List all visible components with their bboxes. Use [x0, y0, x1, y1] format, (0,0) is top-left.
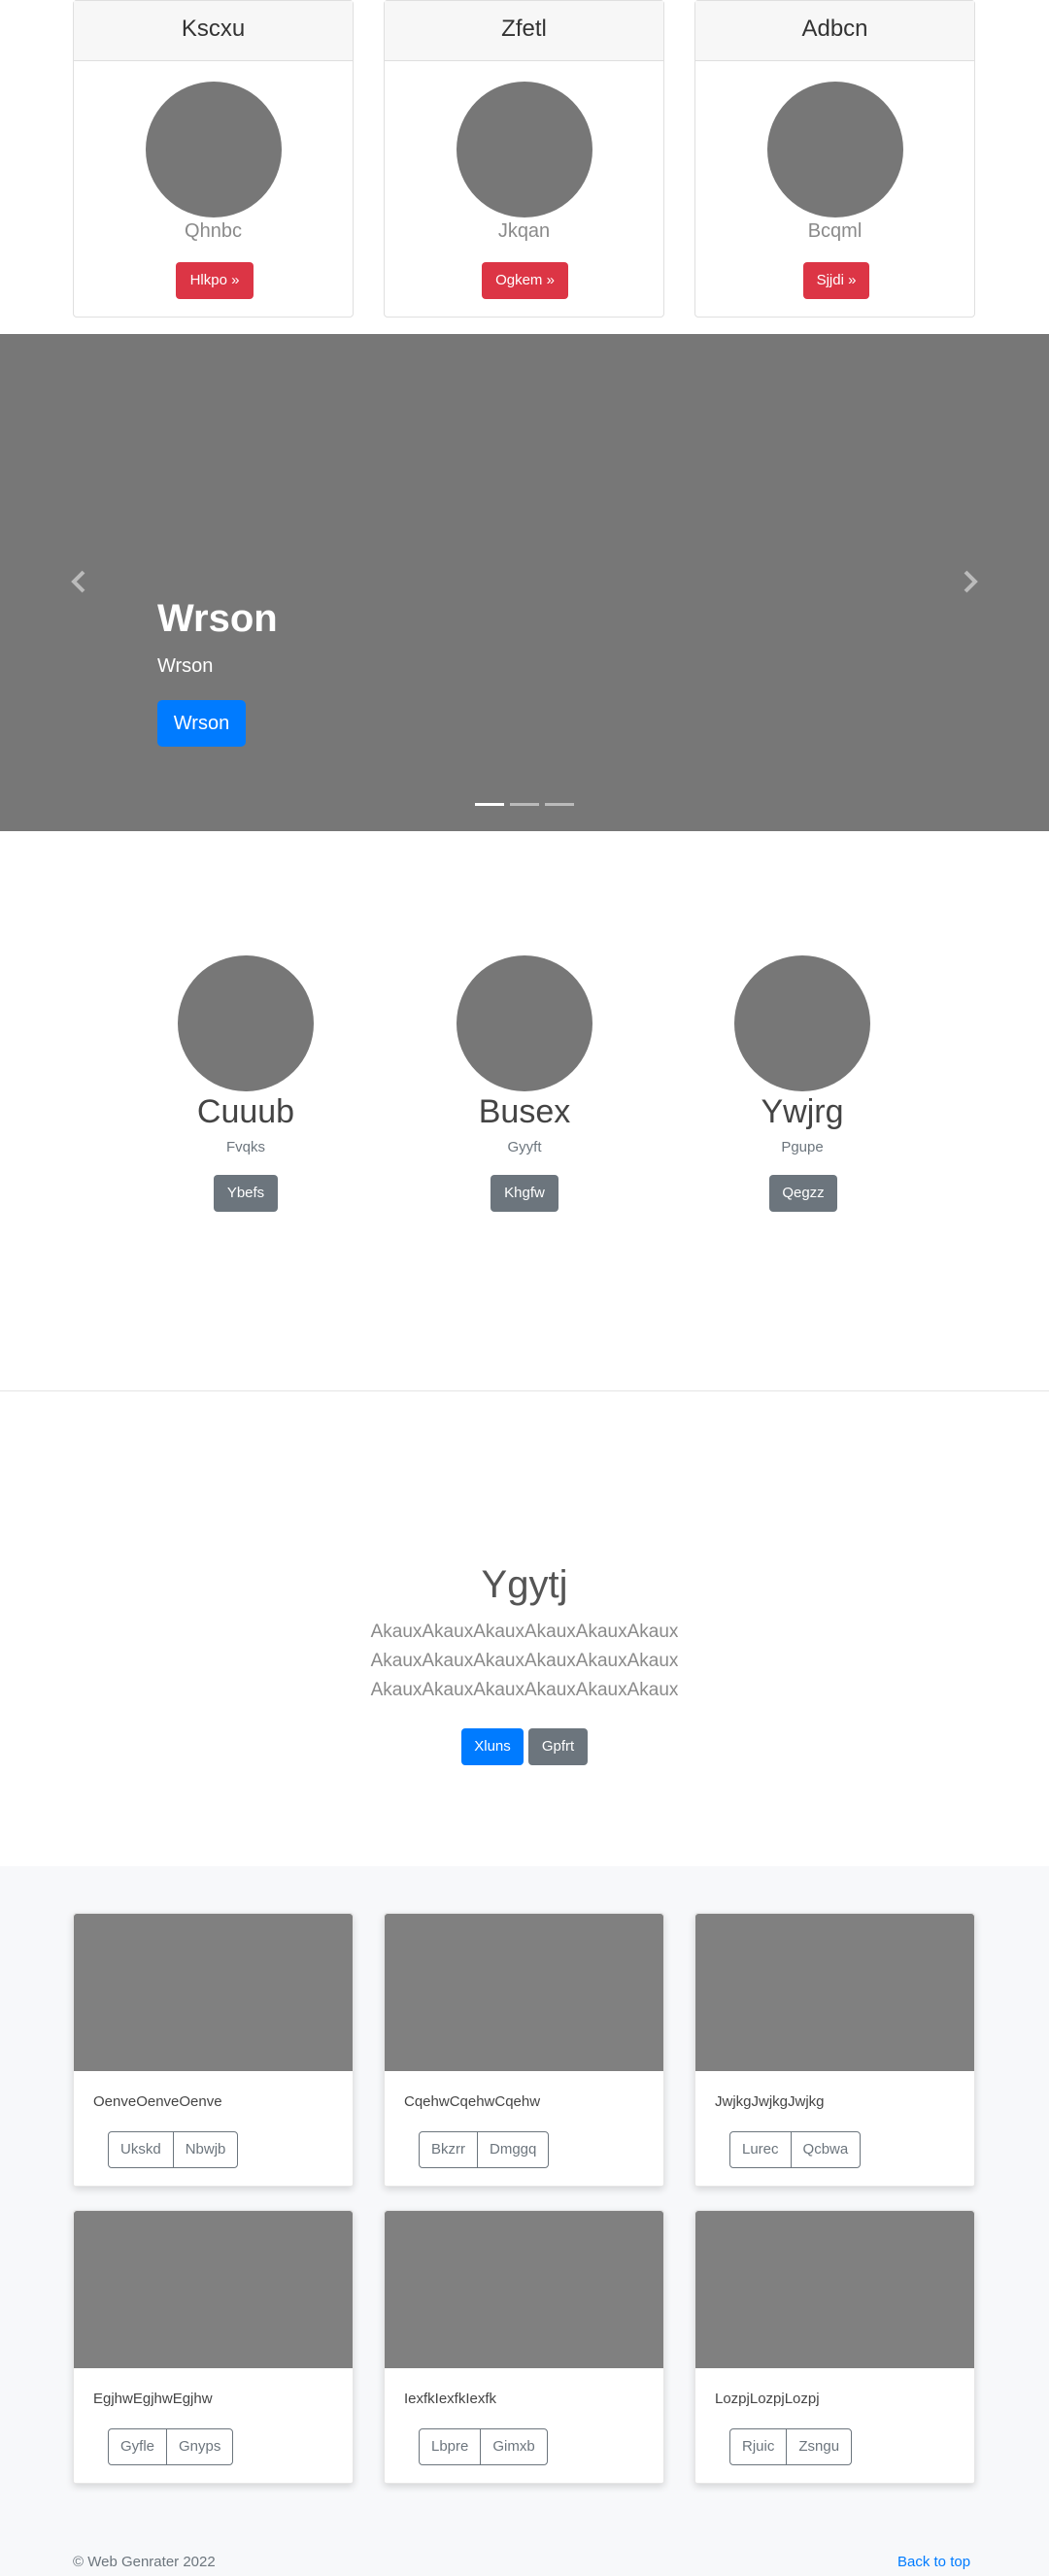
featurette-button[interactable]: Qegzz — [769, 1175, 837, 1212]
chevron-right-icon[interactable] — [958, 567, 981, 596]
card-image-placeholder — [74, 1914, 353, 2071]
card-image-placeholder — [385, 1914, 663, 2071]
card-text: OenveOenveOenve — [93, 2093, 222, 2110]
card-button[interactable]: Bkzrr — [420, 2132, 477, 2167]
pricing-card-button[interactable]: Ogkem » — [482, 262, 568, 299]
carousel: Wrson Wrson Wrson — [0, 334, 1049, 831]
card-button[interactable]: Qcbwa — [790, 2132, 861, 2167]
card-button-group: Gyfle Gnyps — [108, 2428, 234, 2465]
pricing-card-subtitle: Jkqan — [497, 220, 551, 242]
card-image-placeholder — [695, 2211, 974, 2368]
album-card: LozpjLozpjLozpj Rjuic Zsngu — [694, 2210, 975, 2484]
album-section: OenveOenveOenve Ukskd Nbwjb CqehwCqehwCq… — [0, 1866, 1049, 2576]
jumbotron-secondary-button[interactable]: Gpfrt — [528, 1728, 588, 1765]
pricing-card: Zfetl Jkqan Ogkem » — [384, 0, 664, 318]
card-button-group: Lbpre Gimxb — [419, 2428, 548, 2465]
album-card: JwjkgJwjkgJwjkg Lurec Qcbwa — [694, 1913, 975, 2187]
album-card: EgjhwEgjhwEgjhw Gyfle Gnyps — [73, 2210, 354, 2484]
card-text: LozpjLozpjLozpj — [715, 2391, 820, 2407]
jumbotron-text-line: AkauxAkauxAkauxAkauxAkauxAkaux — [370, 1651, 679, 1671]
pricing-card: Adbcn Bcqml Sjjdi » — [694, 0, 975, 318]
pricing-card-button[interactable]: Hlkpo » — [176, 262, 254, 299]
placeholder-image — [146, 82, 282, 217]
card-button[interactable]: Rjuic — [730, 2429, 786, 2464]
pricing-card-title: Zfetl — [385, 1, 663, 61]
album-card: IexfkIexfkIexfk Lbpre Gimxb — [384, 2210, 664, 2484]
card-button[interactable]: Gimxb — [480, 2429, 546, 2464]
featurette-title: Cuuub — [196, 1093, 295, 1130]
card-button[interactable]: Nbwjb — [172, 2132, 238, 2167]
card-button[interactable]: Gnyps — [166, 2429, 232, 2464]
card-image-placeholder — [695, 1914, 974, 2071]
card-text: EgjhwEgjhwEgjhw — [93, 2391, 213, 2407]
card-text: JwjkgJwjkgJwjkg — [715, 2093, 825, 2110]
pricing-card-subtitle: Qhnbc — [185, 220, 242, 242]
back-to-top-link[interactable]: Back to top — [897, 2554, 970, 2570]
featurette-subtitle: Fvqks — [225, 1139, 265, 1155]
pricing-card-subtitle: Bcqml — [807, 220, 863, 242]
card-button[interactable]: Ukskd — [109, 2132, 173, 2167]
placeholder-image — [457, 82, 592, 217]
pricing-card-button[interactable]: Sjjdi » — [803, 262, 869, 299]
jumbotron-primary-button[interactable]: Xluns — [461, 1728, 524, 1765]
chevron-left-icon[interactable] — [68, 567, 91, 596]
featurette: Cuuub Fvqks Ybefs — [107, 955, 385, 1218]
divider — [0, 1390, 1049, 1391]
featurette-subtitle: Pgupe — [781, 1139, 824, 1155]
jumbotron-title: Ygytj — [481, 1563, 568, 1606]
featurette-title: Busex — [478, 1093, 571, 1130]
pricing-card-title: Adbcn — [695, 1, 974, 61]
featurette-button[interactable]: Ybefs — [214, 1175, 278, 1212]
featurette: Ywjrg Pgupe Qegzz — [663, 955, 941, 1218]
card-button-group: Rjuic Zsngu — [729, 2428, 853, 2465]
card-text: IexfkIexfkIexfk — [404, 2391, 497, 2407]
featurette: Busex Gyyft Khgfw — [386, 955, 663, 1218]
featurette-subtitle: Gyyft — [507, 1139, 542, 1155]
card-button[interactable]: Lbpre — [420, 2429, 480, 2464]
album-card: CqehwCqehwCqehw Bkzrr Dmggq — [384, 1913, 664, 2187]
card-button-group: Lurec Qcbwa — [729, 2131, 862, 2168]
carousel-button[interactable]: Wrson — [157, 700, 246, 747]
card-button[interactable]: Gyfle — [109, 2429, 166, 2464]
card-button[interactable]: Dmggq — [477, 2132, 548, 2167]
placeholder-image — [734, 955, 870, 1091]
placeholder-image — [767, 82, 903, 217]
album-card: OenveOenveOenve Ukskd Nbwjb — [73, 1913, 354, 2187]
card-button[interactable]: Zsngu — [786, 2429, 851, 2464]
jumbotron-text-line: AkauxAkauxAkauxAkauxAkauxAkaux — [370, 1680, 679, 1700]
featurette-button[interactable]: Khgfw — [491, 1175, 558, 1212]
jumbotron-text-line: AkauxAkauxAkauxAkauxAkauxAkaux — [370, 1622, 679, 1642]
carousel-indicator[interactable] — [510, 803, 539, 806]
card-image-placeholder — [385, 2211, 663, 2368]
card-button-group: Bkzrr Dmggq — [419, 2131, 550, 2168]
card-button[interactable]: Lurec — [730, 2132, 791, 2167]
carousel-subtitle: Wrson — [157, 655, 214, 677]
placeholder-image — [457, 955, 592, 1091]
placeholder-image — [178, 955, 314, 1091]
card-button-group: Ukskd Nbwjb — [108, 2131, 239, 2168]
pricing-card-title: Kscxu — [74, 1, 353, 61]
carousel-title: Wrson — [157, 597, 278, 640]
pricing-card: Kscxu Qhnbc Hlkpo » — [73, 0, 354, 318]
carousel-indicator[interactable] — [475, 803, 504, 806]
card-image-placeholder — [74, 2211, 353, 2368]
footer-copyright: © Web Genrater 2022 — [73, 2554, 216, 2570]
featurette-title: Ywjrg — [761, 1093, 844, 1130]
card-text: CqehwCqehwCqehw — [404, 2093, 541, 2110]
carousel-indicator[interactable] — [545, 803, 574, 806]
